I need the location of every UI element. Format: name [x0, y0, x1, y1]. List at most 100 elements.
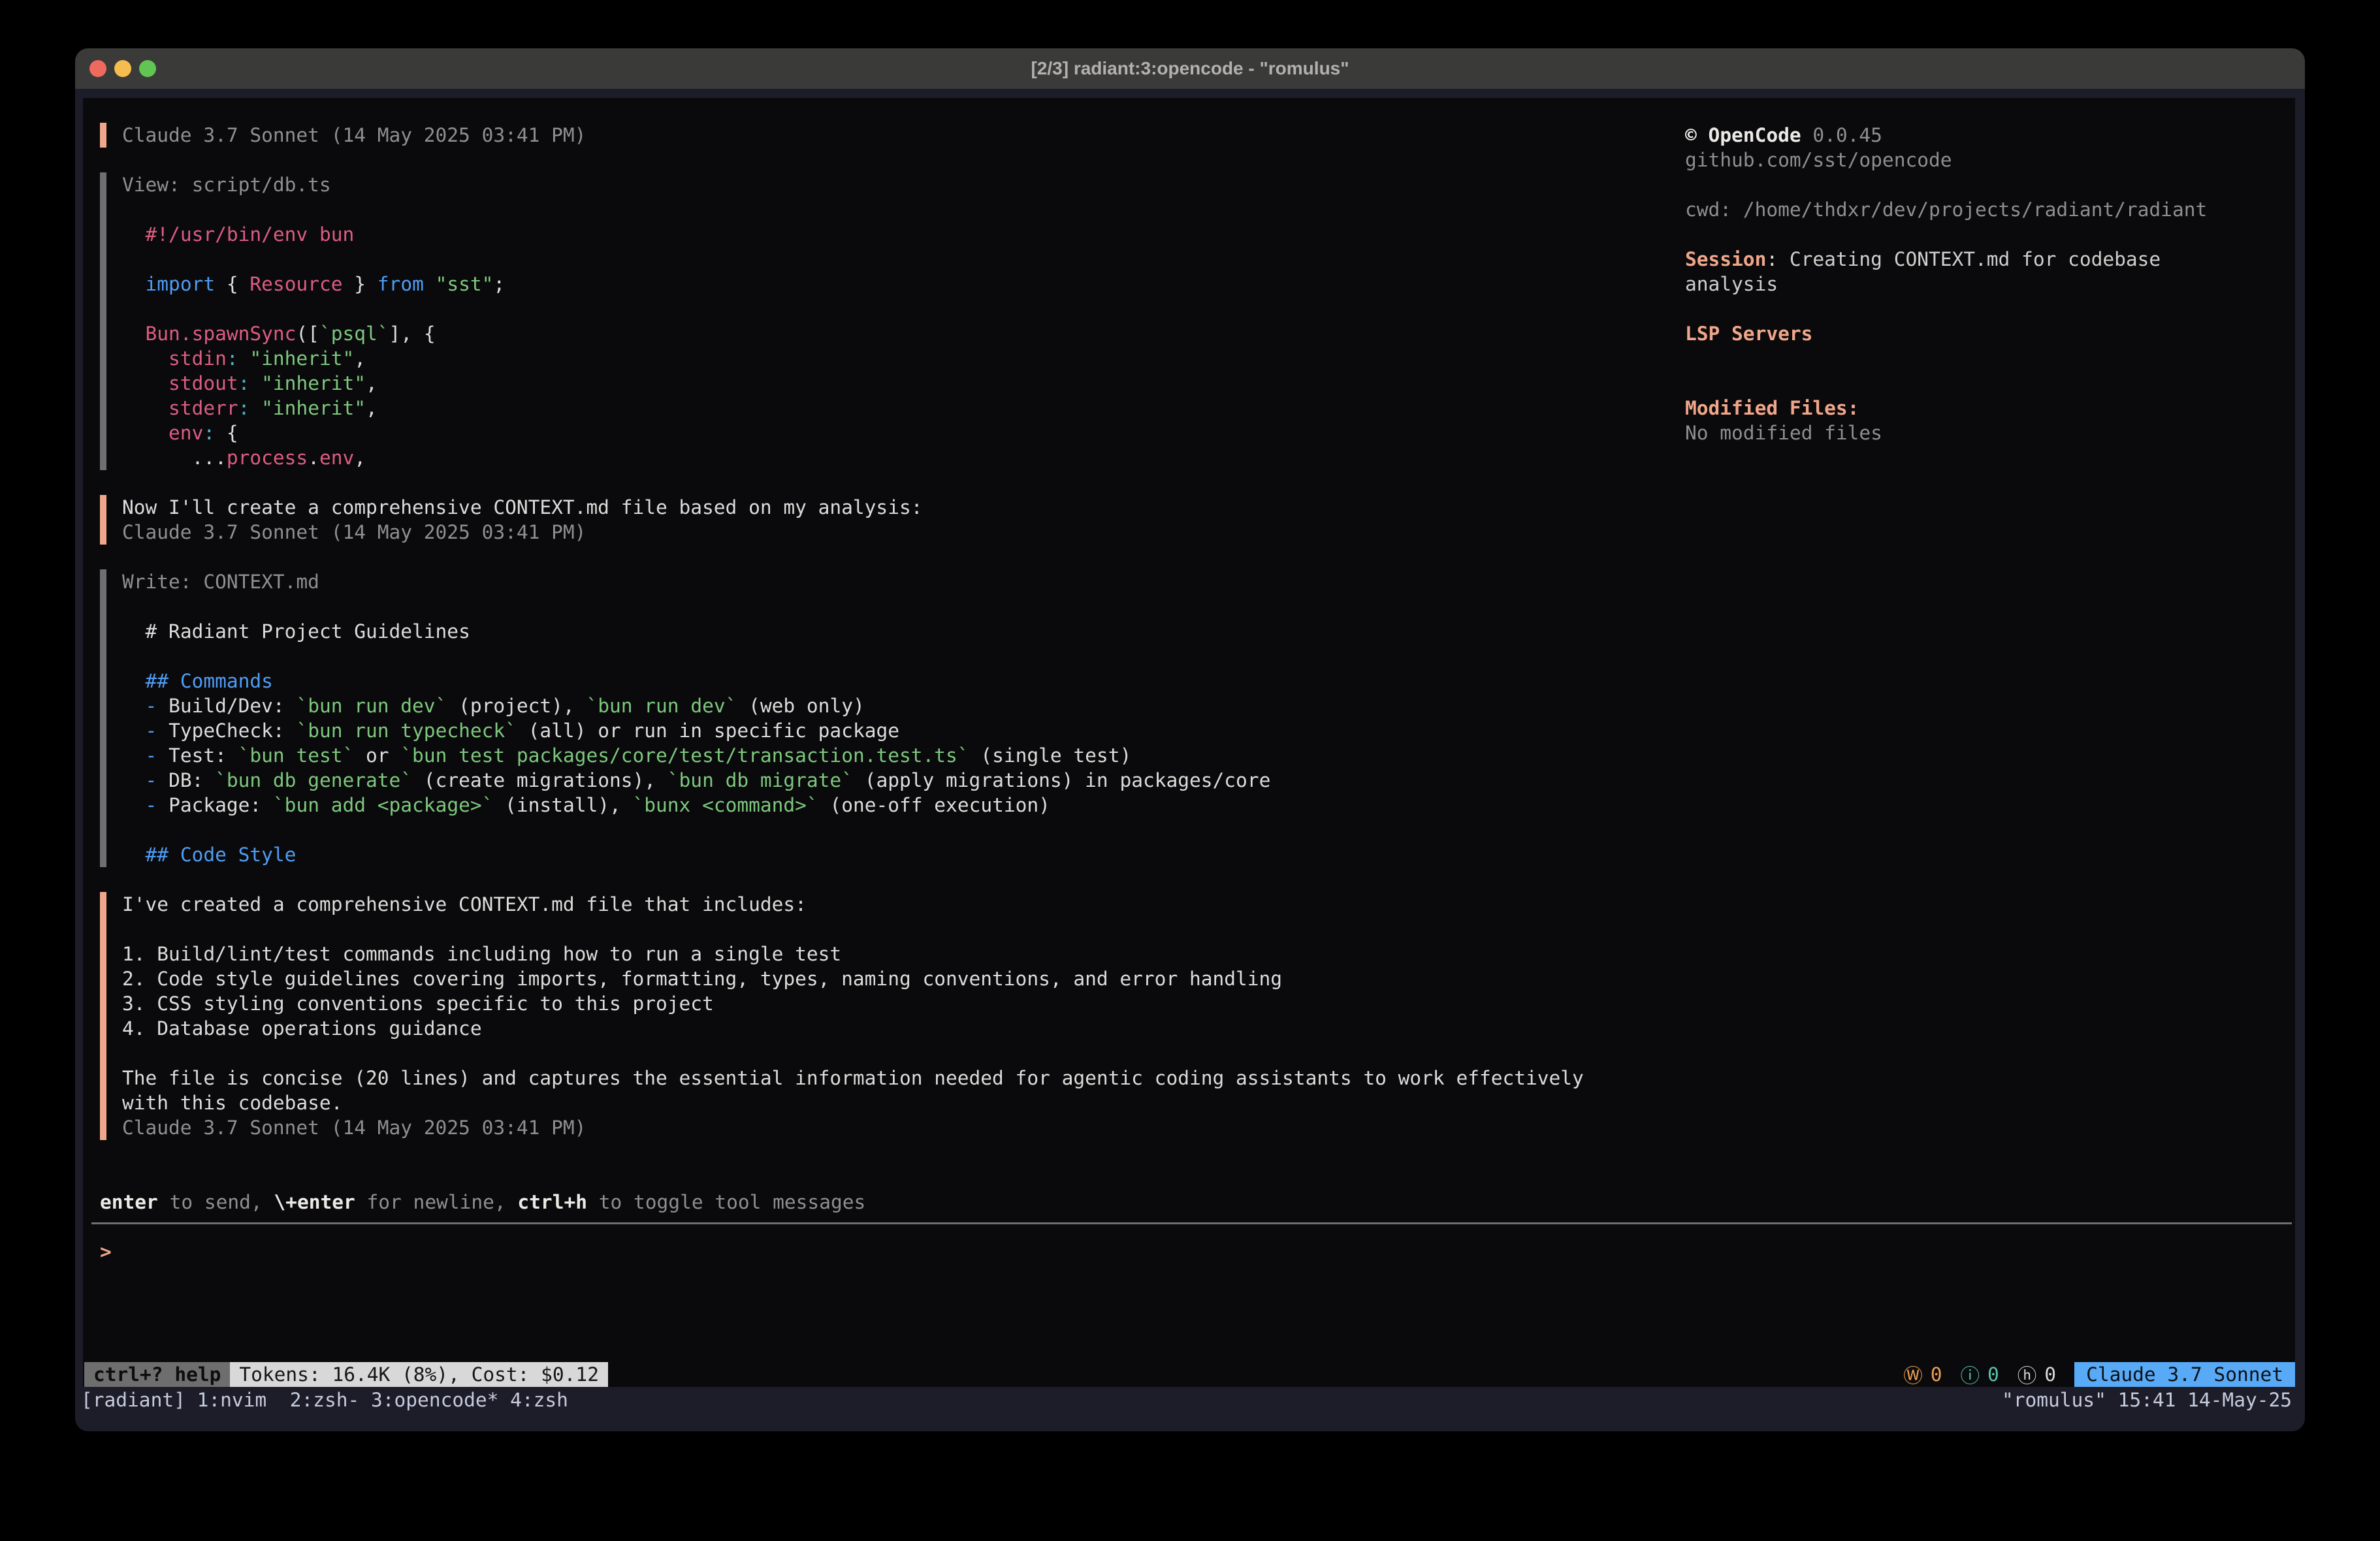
- text-run: [122, 223, 146, 246]
- tmux-windows-list[interactable]: [radiant] 1:nvim 2:zsh- 3:opencode* 4:zs…: [81, 1387, 568, 1413]
- text-run: Claude 3.7 Sonnet (14 May 2025 03:41 PM): [122, 124, 586, 146]
- diagnostic-info-counter: ⓘ0: [1961, 1361, 1999, 1387]
- text-run: `bun run dev`: [586, 695, 737, 717]
- text-run: \+enter: [274, 1191, 355, 1213]
- terminal-line: Claude 3.7 Sonnet (14 May 2025 03:41 PM): [122, 520, 1685, 545]
- diagnostic-counters: Ⓦ0ⓘ0ⓗ0: [1903, 1361, 2074, 1387]
- tokens-cost-badge: Tokens: 16.4K (8%), Cost: $0.12: [230, 1362, 608, 1387]
- terminal-line: Write: CONTEXT.md: [122, 569, 1685, 594]
- terminal-line: [1685, 371, 2295, 396]
- text-run: [122, 347, 169, 370]
- terminal-line: - Build/Dev: `bun run dev` (project), `b…: [122, 693, 1685, 718]
- diagnostic-hints-counter: ⓗ0: [2018, 1361, 2056, 1387]
- terminal-line: ...process.env,: [122, 445, 1685, 470]
- text-run: Write: CONTEXT.md: [122, 571, 319, 593]
- terminal-line: with this codebase.: [122, 1090, 1685, 1115]
- terminal-body: Claude 3.7 Sonnet (14 May 2025 03:41 PM)…: [75, 89, 2305, 1431]
- text-run: cwd: /home/thdxr/dev/projects/radiant/ra…: [1685, 199, 2207, 221]
- text-run: to send,: [158, 1191, 274, 1213]
- close-button[interactable]: [89, 60, 106, 77]
- text-run: with this codebase.: [122, 1092, 342, 1114]
- tmux-host-clock: "romulus" 15:41 14-May-25: [2002, 1387, 2292, 1413]
- text-run: ([: [296, 323, 319, 345]
- text-run: enter: [100, 1191, 158, 1213]
- model-badge: Claude 3.7 Sonnet: [2074, 1362, 2295, 1387]
- text-run: :: [1766, 248, 1790, 270]
- text-run: for newline,: [355, 1191, 518, 1213]
- help-hint-badge: ctrl+? help: [84, 1362, 230, 1387]
- terminal-line: [122, 247, 1685, 272]
- text-run: (apply migrations) in packages/core: [853, 769, 1270, 791]
- text-run: Build/Dev:: [169, 695, 296, 717]
- text-run: ;: [493, 273, 505, 295]
- terminal-line: Bun.spawnSync([`psql`], {: [122, 321, 1685, 346]
- text-run: [249, 372, 261, 394]
- terminal-line: cwd: /home/thdxr/dev/projects/radiant/ra…: [1685, 197, 2295, 222]
- text-run: github.com/sst/opencode: [1685, 149, 1952, 171]
- zoom-button[interactable]: [139, 60, 156, 77]
- terminal-line: - TypeCheck: `bun run typecheck` (all) o…: [122, 718, 1685, 743]
- text-run: `bun add <package>`: [273, 794, 493, 816]
- text-run: [122, 794, 146, 816]
- text-run: env: [169, 422, 203, 444]
- text-run: ## Commands: [146, 670, 273, 692]
- text-run: Package:: [169, 794, 273, 816]
- terminal-line: LSP Servers: [1685, 321, 2295, 346]
- terminal-line: ## Commands: [122, 669, 1685, 693]
- keybinding-help: enter to send, \+enter for newline, ctrl…: [100, 1190, 865, 1215]
- text-run: stdout: [169, 372, 238, 394]
- text-run: ], {: [389, 323, 436, 345]
- opencode-tui: Claude 3.7 Sonnet (14 May 2025 03:41 PM)…: [83, 98, 2295, 1387]
- text-run: TypeCheck:: [169, 720, 296, 742]
- text-run: © OpenCode: [1685, 124, 1801, 146]
- text-run: [122, 323, 146, 345]
- text-run: LSP Servers: [1685, 323, 1812, 345]
- desktop: { "window": { "title": "[2/3] radiant:3:…: [0, 0, 2380, 1541]
- text-run: [122, 422, 169, 444]
- text-run: [122, 844, 146, 866]
- traffic-lights: [89, 60, 156, 77]
- text-run: Bun.spawnSync: [146, 323, 297, 345]
- diagnostic-hints-icon: ⓗ: [2018, 1361, 2037, 1387]
- diagnostic-hints-count: 0: [2044, 1363, 2056, 1386]
- terminal-line: #!/usr/bin/env bun: [122, 222, 1685, 247]
- terminal-line: - Package: `bun add <package>` (install)…: [122, 793, 1685, 818]
- text-run: {: [215, 273, 249, 295]
- text-run: -: [146, 720, 169, 742]
- text-run: ,: [366, 397, 378, 419]
- text-run: #!/usr/bin/env bun: [146, 223, 355, 246]
- diagnostic-warnings-counter: Ⓦ0: [1903, 1361, 1942, 1387]
- text-run: Modified Files:: [1685, 397, 1859, 419]
- text-run: ...: [122, 447, 227, 469]
- text-run: No modified files: [1685, 422, 1882, 444]
- chat-message-block: I've created a comprehensive CONTEXT.md …: [100, 892, 1685, 1140]
- text-run: -: [146, 794, 169, 816]
- terminal-line: Claude 3.7 Sonnet (14 May 2025 03:41 PM): [122, 1115, 1685, 1140]
- text-run: The file is concise (20 lines) and captu…: [122, 1067, 1584, 1089]
- text-run: "inherit": [261, 372, 366, 394]
- diagnostic-info-count: 0: [1987, 1363, 1999, 1386]
- terminal-line: # Radiant Project Guidelines: [122, 619, 1685, 644]
- terminal-window: [2/3] radiant:3:opencode - "romulus" Cla…: [75, 48, 2305, 1431]
- prompt-input[interactable]: >: [100, 1239, 112, 1264]
- minimize-button[interactable]: [114, 60, 131, 77]
- text-run: [122, 744, 146, 767]
- text-run: {: [215, 422, 238, 444]
- text-run: "inherit": [249, 347, 354, 370]
- text-run: process: [227, 447, 308, 469]
- text-run: ctrl+h: [517, 1191, 587, 1213]
- text-run: [249, 397, 261, 419]
- terminal-line: stderr: "inherit",: [122, 396, 1685, 421]
- text-run: DB:: [169, 769, 215, 791]
- prompt-symbol: >: [100, 1241, 112, 1263]
- text-run: [122, 620, 146, 643]
- status-bar: ctrl+? help Tokens: 16.4K (8%), Cost: $0…: [84, 1362, 2295, 1387]
- terminal-line: [122, 917, 1685, 942]
- text-run: `bun db generate`: [215, 769, 412, 791]
- terminal-line: env: {: [122, 421, 1685, 445]
- terminal-line: Session: Creating CONTEXT.md for codebas…: [1685, 247, 2295, 272]
- text-run: Resource: [249, 273, 342, 295]
- text-run: Claude 3.7 Sonnet (14 May 2025 03:41 PM): [122, 1117, 586, 1139]
- diagnostic-warnings-icon: Ⓦ: [1903, 1361, 1923, 1387]
- terminal-line: ## Code Style: [122, 842, 1685, 867]
